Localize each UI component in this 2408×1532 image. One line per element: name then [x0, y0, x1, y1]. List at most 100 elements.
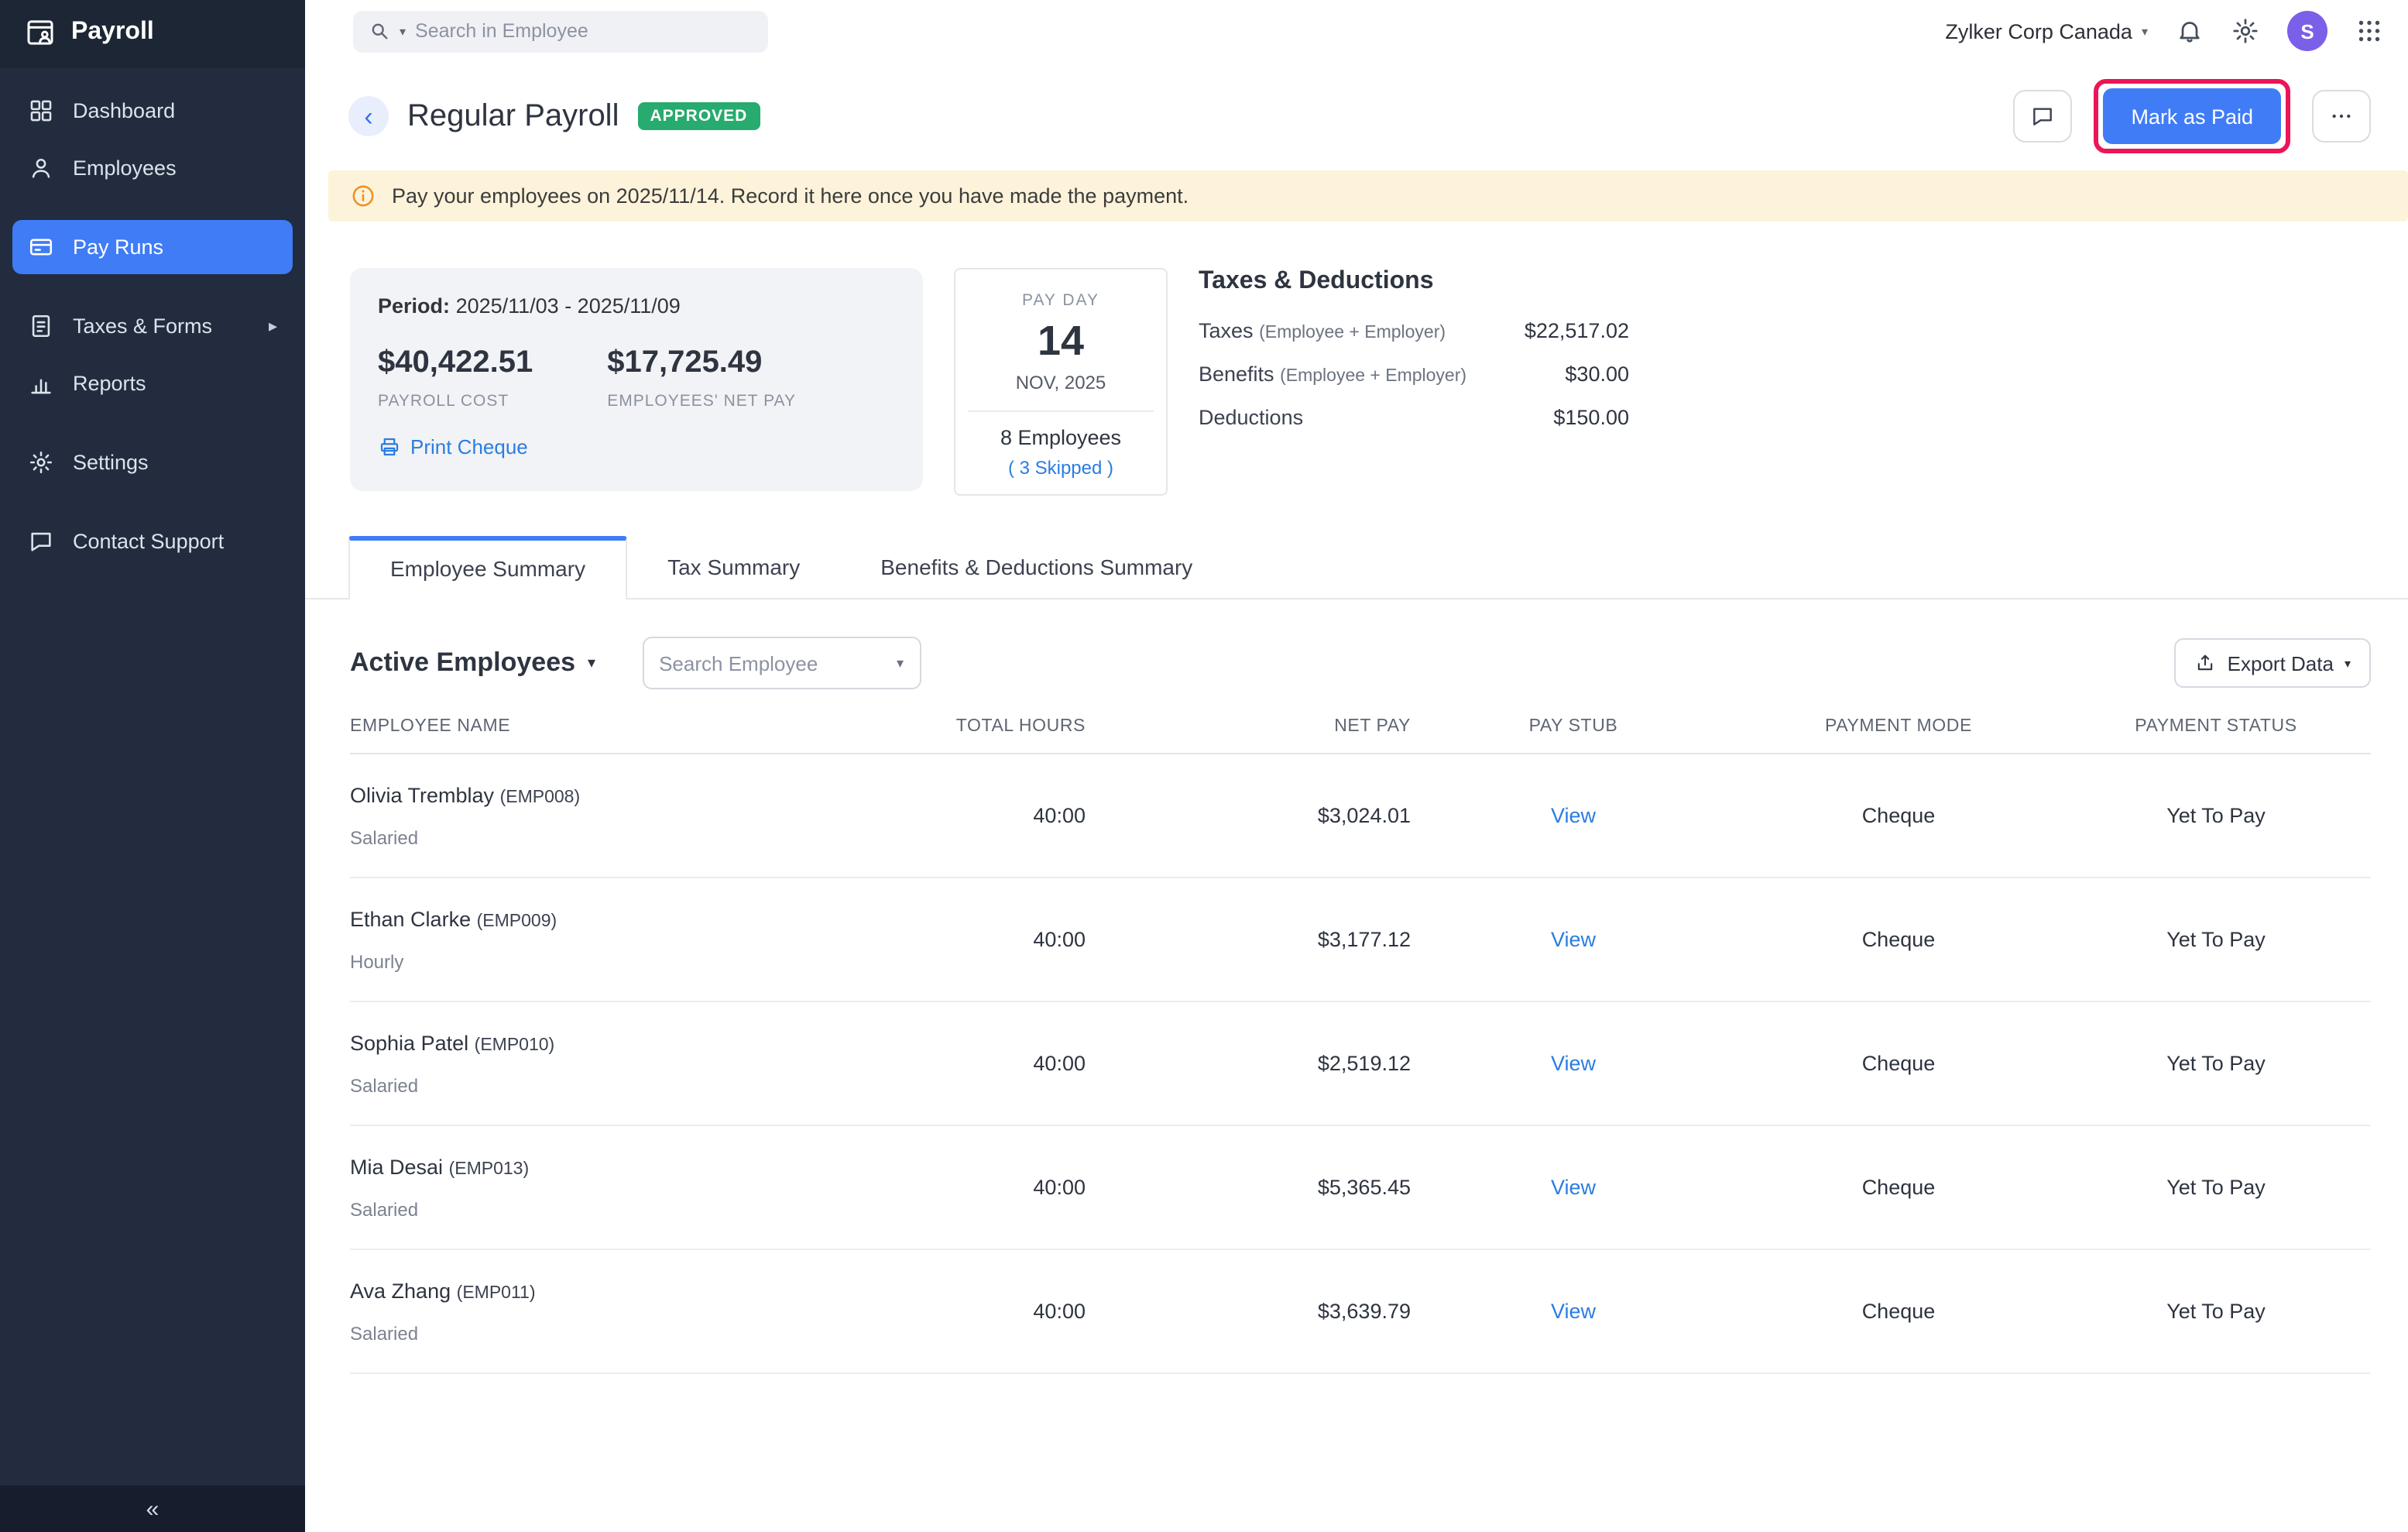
- employee-id: (EMP011): [457, 1283, 536, 1302]
- net-pay-cell: $3,024.01: [1086, 804, 1411, 827]
- employee-cell: Ava Zhang (EMP011) Salaried: [350, 1279, 938, 1344]
- user-avatar[interactable]: S: [2287, 11, 2327, 51]
- sidebar-nav: Dashboard ▸ Employees ▸ Pay Runs ▸ Taxes…: [0, 68, 305, 584]
- export-icon: [2195, 652, 2217, 674]
- sidebar: Payroll Dashboard ▸ Employees ▸ Pay Runs…: [0, 0, 305, 1532]
- global-search[interactable]: ▾: [353, 10, 768, 52]
- payment-mode-cell: Cheque: [1736, 1300, 2061, 1323]
- apps-grid-icon[interactable]: [2355, 17, 2383, 45]
- payment-status-cell: Yet To Pay: [2061, 1300, 2371, 1323]
- employee-id: (EMP009): [477, 912, 557, 930]
- employee-name-link[interactable]: Ethan Clarke: [350, 907, 471, 930]
- topbar-right: Zylker Corp Canada ▾ S: [1945, 11, 2383, 51]
- payment-mode-cell: Cheque: [1736, 1176, 2061, 1199]
- sidebar-item-contact-support[interactable]: Contact Support ▸: [12, 514, 293, 568]
- total-hours-cell: 40:00: [938, 1300, 1086, 1323]
- app-title: Payroll: [71, 19, 154, 46]
- dashboard-icon: [28, 98, 54, 124]
- view-pay-stub-link[interactable]: View: [1551, 1176, 1596, 1199]
- skipped-count-link[interactable]: ( 3 Skipped ): [968, 457, 1154, 479]
- net-pay-block: $17,725.49 EMPLOYEES' NET PAY: [607, 345, 796, 410]
- page-title: Regular Payroll: [407, 98, 619, 134]
- employee-pay-type: Salaried: [350, 826, 938, 848]
- comments-button[interactable]: [2013, 90, 2072, 143]
- employee-pay-type: Salaried: [350, 1074, 938, 1096]
- tax-row: Deductions $150.00: [1199, 406, 1629, 429]
- search-employee-select[interactable]: Search Employee ▾: [642, 637, 921, 689]
- taxes-deductions-block: Taxes & Deductions Taxes (Employee + Emp…: [1199, 268, 1629, 449]
- settings-icon: [28, 449, 54, 476]
- sidebar-item-label: Settings: [73, 451, 149, 474]
- view-pay-stub-link[interactable]: View: [1551, 1300, 1596, 1323]
- table-row: Olivia Tremblay (EMP008) Salaried 40:00 …: [350, 754, 2371, 878]
- settings-gear-icon[interactable]: [2231, 17, 2259, 45]
- notifications-bell-icon[interactable]: [2176, 17, 2204, 45]
- sidebar-item-dashboard[interactable]: Dashboard ▸: [12, 84, 293, 138]
- column-header-total-hours: TOTAL HOURS: [938, 717, 1086, 736]
- employee-name-link[interactable]: Mia Desai: [350, 1155, 443, 1178]
- sidebar-item-label: Reports: [73, 372, 146, 395]
- net-pay-label: EMPLOYEES' NET PAY: [607, 392, 796, 410]
- employee-cell: Mia Desai (EMP013) Salaried: [350, 1155, 938, 1220]
- employee-pay-type: Hourly: [350, 950, 938, 972]
- tax-row: Benefits (Employee + Employer) $30.00: [1199, 362, 1629, 386]
- payment-status-cell: Yet To Pay: [2061, 1176, 2371, 1199]
- sidebar-item-taxes-forms[interactable]: Taxes & Forms ▸: [12, 299, 293, 353]
- export-data-button[interactable]: Export Data ▾: [2175, 638, 2371, 688]
- info-icon: [350, 183, 376, 209]
- tab-tax-summary[interactable]: Tax Summary: [627, 536, 840, 598]
- table-toolbar: Active Employees ▾ Search Employee ▾ Exp…: [305, 599, 2408, 689]
- view-pay-stub-link[interactable]: View: [1551, 1052, 1596, 1075]
- sidebar-item-label: Employees: [73, 156, 177, 180]
- payment-mode-cell: Cheque: [1736, 1052, 2061, 1075]
- red-highlight-annotation: Mark as Paid: [2094, 79, 2290, 153]
- org-name-label: Zylker Corp Canada: [1945, 19, 2132, 43]
- employee-filter-dropdown[interactable]: Active Employees ▾: [350, 647, 595, 678]
- payroll-cost-block: $40,422.51 PAYROLL COST: [378, 345, 533, 410]
- payment-status-cell: Yet To Pay: [2061, 928, 2371, 951]
- tax-row-sublabel: (Employee + Employer): [1259, 324, 1446, 342]
- employee-cell: Olivia Tremblay (EMP008) Salaried: [350, 783, 938, 848]
- total-hours-cell: 40:00: [938, 804, 1086, 827]
- header-actions: Mark as Paid: [2013, 79, 2371, 153]
- printer-icon: [378, 435, 401, 459]
- org-selector[interactable]: Zylker Corp Canada ▾: [1945, 19, 2148, 43]
- info-banner: Pay your employees on 2025/11/14. Record…: [328, 170, 2408, 222]
- search-scope-caret-icon[interactable]: ▾: [400, 24, 406, 38]
- employee-count: 8 Employees: [968, 426, 1154, 449]
- print-cheque-link[interactable]: Print Cheque: [378, 435, 528, 459]
- export-data-label: Export Data: [2228, 651, 2334, 675]
- employee-name-link[interactable]: Ava Zhang: [350, 1279, 451, 1302]
- more-options-button[interactable]: [2312, 90, 2371, 143]
- sidebar-item-employees[interactable]: Employees ▸: [12, 141, 293, 195]
- payment-status-cell: Yet To Pay: [2061, 1052, 2371, 1075]
- employee-summary-table: EMPLOYEE NAME TOTAL HOURS NET PAY PAY ST…: [305, 689, 2408, 1374]
- payday-label: PAY DAY: [968, 291, 1154, 310]
- tab-employee-summary[interactable]: Employee Summary: [348, 536, 627, 599]
- tax-row-value: $150.00: [1553, 406, 1629, 429]
- view-pay-stub-link[interactable]: View: [1551, 804, 1596, 827]
- employee-name-link[interactable]: Sophia Patel: [350, 1031, 468, 1054]
- tax-row-value: $30.00: [1565, 362, 1629, 386]
- summary-section: Period: 2025/11/03 - 2025/11/09 $40,422.…: [305, 222, 2408, 496]
- print-cheque-label: Print Cheque: [410, 435, 528, 459]
- sidebar-collapse-button[interactable]: «: [0, 1486, 305, 1532]
- chevron-right-icon: ▸: [269, 316, 277, 336]
- search-input[interactable]: [415, 20, 753, 42]
- taxes-forms-icon: [28, 313, 54, 339]
- mark-as-paid-button[interactable]: Mark as Paid: [2103, 88, 2281, 144]
- sidebar-item-settings[interactable]: Settings ▸: [12, 435, 293, 489]
- tax-row: Taxes (Employee + Employer) $22,517.02: [1199, 319, 1629, 342]
- tab-benefits-deductions-summary[interactable]: Benefits & Deductions Summary: [840, 536, 1233, 598]
- sidebar-item-reports[interactable]: Reports ▸: [12, 356, 293, 410]
- sidebar-item-pay-runs[interactable]: Pay Runs ▸: [12, 220, 293, 274]
- reports-icon: [28, 370, 54, 397]
- net-pay-cell: $5,365.45: [1086, 1176, 1411, 1199]
- sidebar-item-label: Taxes & Forms: [73, 314, 212, 338]
- view-pay-stub-link[interactable]: View: [1551, 928, 1596, 951]
- employee-filter-label: Active Employees: [350, 647, 575, 678]
- app-window: Payroll Dashboard ▸ Employees ▸ Pay Runs…: [0, 0, 2408, 1532]
- back-button[interactable]: ‹: [348, 96, 389, 136]
- employee-name-link[interactable]: Olivia Tremblay: [350, 783, 494, 806]
- net-pay-value: $17,725.49: [607, 345, 796, 381]
